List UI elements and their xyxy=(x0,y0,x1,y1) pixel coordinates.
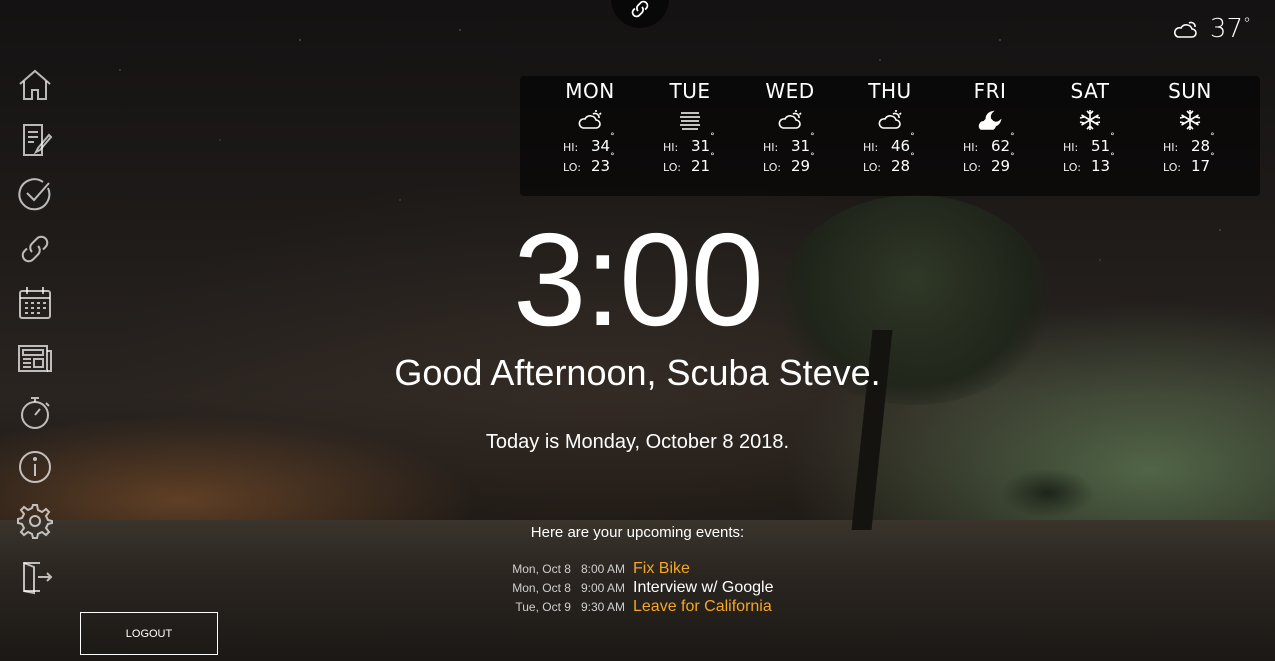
event-datetime: Tue, Oct 9 9:30 AM xyxy=(515,600,625,614)
home-icon[interactable] xyxy=(14,64,56,106)
forecast-day-fri: FRI HI: 62° LO: 29° xyxy=(940,76,1040,196)
cloudy-icon xyxy=(1173,21,1197,38)
partly-cloudy-icon xyxy=(577,109,603,135)
high-temp: HI: 62° xyxy=(963,132,1015,155)
low-temp: LO: 29° xyxy=(763,152,815,175)
forecast-day-sun: SUN HI: 28° LO: 17° xyxy=(1140,76,1240,196)
event-row[interactable]: Mon, Oct 8 8:00 AM Fix Bike xyxy=(400,560,880,579)
events-heading: Here are your upcoming events: xyxy=(530,524,745,541)
day-name: WED xyxy=(765,79,815,103)
low-temp: LO: 28° xyxy=(863,152,915,175)
forecast-day-wed: WED HI: 31° LO: 29° xyxy=(740,76,840,196)
stopwatch-icon[interactable] xyxy=(14,391,56,433)
forecast-day-sat: SAT HI: 51° LO: 13° xyxy=(1040,76,1140,196)
notes-icon[interactable] xyxy=(14,119,56,161)
event-datetime: Mon, Oct 8 9:00 AM xyxy=(512,581,625,595)
high-temp: HI: 51° xyxy=(1063,132,1115,155)
day-name: MON xyxy=(565,79,615,103)
greeting: Good Afternoon, Scuba Steve. xyxy=(394,352,881,393)
events-list: Mon, Oct 8 8:00 AM Fix Bike Mon, Oct 8 9:0… xyxy=(400,560,880,617)
partly-cloudy-night-icon xyxy=(977,109,1003,135)
clock: 3:00 xyxy=(513,206,764,353)
event-title[interactable]: Leave for California xyxy=(633,598,772,616)
partly-cloudy-icon xyxy=(877,109,903,135)
high-temp: HI: 34° xyxy=(563,132,615,155)
low-temp: LO: 13° xyxy=(1063,152,1115,175)
low-temp: LO: 17° xyxy=(1163,152,1215,175)
high-temp: HI: 31° xyxy=(763,132,815,155)
logout-button[interactable]: LOGOUT xyxy=(80,612,218,655)
high-temp: HI: 31° xyxy=(663,132,715,155)
day-name: SAT xyxy=(1070,79,1110,103)
forecast-day-tue: TUE HI: 31° LO: 21° xyxy=(640,76,740,196)
high-temp: HI: 28° xyxy=(1163,132,1215,155)
forecast-day-thu: THU HI: 46° LO: 28° xyxy=(840,76,940,196)
weekly-forecast: MON HI: 34° LO: 23° TUE HI: 31° LO: 21° WED HI: 31° L… xyxy=(520,76,1260,196)
low-temp: LO: 29° xyxy=(963,152,1015,175)
current-temp: 37° xyxy=(1209,14,1251,44)
today-date: Today is Monday, October 8 2018. xyxy=(485,431,790,453)
event-row[interactable]: Tue, Oct 9 9:30 AM Leave for California xyxy=(400,598,880,617)
low-temp: LO: 21° xyxy=(663,152,715,175)
fog-icon xyxy=(677,109,703,135)
small-tree xyxy=(1000,468,1095,518)
day-name: THU xyxy=(868,79,912,103)
day-name: SUN xyxy=(1168,79,1212,103)
forecast-day-mon: MON HI: 34° LO: 23° xyxy=(540,76,640,196)
event-row[interactable]: Mon, Oct 8 9:00 AM Interview w/ Google xyxy=(400,579,880,598)
event-title[interactable]: Fix Bike xyxy=(633,560,690,578)
exit-icon[interactable] xyxy=(14,555,56,597)
snow-icon xyxy=(1177,109,1203,135)
event-datetime: Mon, Oct 8 8:00 AM xyxy=(512,562,625,576)
link-icon xyxy=(631,0,649,18)
high-temp: HI: 46° xyxy=(863,132,915,155)
day-name: FRI xyxy=(973,79,1007,103)
dashboard-background: 37° MON HI: 34° LO: 23° TUE HI: 31° LO: 21° WED HI:… xyxy=(0,0,1275,661)
current-weather: 37° xyxy=(1172,14,1251,44)
event-title[interactable]: Interview w/ Google xyxy=(633,579,774,597)
snow-icon xyxy=(1077,109,1103,135)
low-temp: LO: 23° xyxy=(563,152,615,175)
partly-cloudy-icon xyxy=(777,109,803,135)
day-name: TUE xyxy=(669,79,711,103)
